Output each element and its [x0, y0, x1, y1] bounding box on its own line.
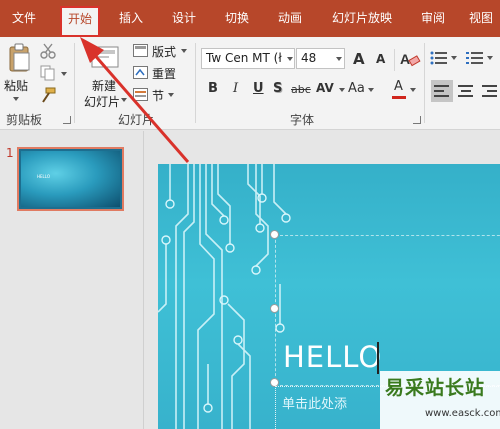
font-color-dropdown-icon[interactable] [410, 88, 416, 92]
tab-view[interactable]: 视图 [462, 0, 500, 37]
bold-icon[interactable]: B [208, 81, 218, 96]
ribbon: 粘贴 剪贴板 新建 幻灯片 版式 重置 节 幻灯片 Tw Cen MT (ł 4… [0, 37, 500, 130]
thumbnail-title: HELLO [37, 174, 50, 179]
tab-home[interactable]: 开始 [60, 6, 100, 37]
clipboard-dialog-launcher-icon[interactable] [63, 116, 71, 124]
slides-group-label: 幻灯片 [118, 113, 155, 127]
font-dialog-launcher-icon[interactable] [413, 116, 421, 124]
font-size-dropdown-icon[interactable] [336, 57, 342, 61]
strikethrough-icon[interactable]: abc [291, 83, 311, 96]
divider [394, 49, 395, 71]
reset-label[interactable]: 重置 [152, 65, 176, 82]
group-divider [195, 43, 196, 123]
clipboard-group-label: 剪贴板 [6, 113, 43, 127]
thumbnail-preview [21, 151, 120, 207]
change-case-icon[interactable]: Aa [348, 81, 365, 96]
paste-label[interactable]: 粘贴 [4, 77, 28, 94]
tab-transitions[interactable]: 切换 [216, 0, 258, 37]
resize-handle[interactable] [270, 230, 279, 239]
new-slide-icon[interactable] [91, 43, 119, 71]
font-group-label: 字体 [290, 113, 315, 127]
subtitle-text[interactable]: 单击此处添 [282, 393, 347, 412]
new-slide-label-line1[interactable]: 新建 [92, 77, 116, 94]
align-center-icon[interactable] [458, 84, 474, 98]
bullets-icon[interactable] [430, 51, 448, 65]
copy-dropdown-icon[interactable] [61, 72, 67, 76]
group-divider [424, 43, 425, 123]
align-right-icon[interactable] [482, 84, 498, 98]
new-slide-label-line2[interactable]: 幻灯片 [84, 93, 120, 110]
section-label[interactable]: 节 [152, 87, 164, 104]
svg-text:A: A [400, 51, 410, 67]
layout-label[interactable]: 版式 [152, 43, 176, 60]
text-cursor [377, 342, 379, 374]
font-color-swatch [392, 96, 406, 99]
tab-design[interactable]: 设计 [163, 0, 205, 37]
text-shadow-icon[interactable]: S [273, 81, 282, 96]
slide-thumbnail[interactable]: HELLO [17, 147, 124, 211]
ribbon-tab-bar: 文件 开始 插入 设计 切换 动画 幻灯片放映 审阅 视图 [0, 0, 500, 37]
case-dropdown-icon[interactable] [368, 88, 374, 92]
watermark-text: 易采站长站 [385, 377, 486, 399]
tab-slideshow[interactable]: 幻灯片放映 [322, 0, 402, 37]
tab-insert[interactable]: 插入 [110, 0, 152, 37]
clear-formatting-icon[interactable]: A [399, 49, 421, 69]
font-name-box[interactable]: Tw Cen MT (ł [201, 48, 295, 69]
bullets-dropdown-icon[interactable] [451, 56, 457, 60]
format-painter-icon[interactable] [40, 87, 56, 103]
align-left-icon[interactable] [434, 84, 450, 98]
cut-icon[interactable] [40, 43, 56, 59]
new-slide-dropdown-icon[interactable] [121, 98, 127, 102]
tab-file[interactable]: 文件 [0, 0, 48, 37]
section-dropdown-icon[interactable] [168, 93, 174, 97]
copy-icon[interactable] [40, 65, 56, 81]
numbering-icon[interactable] [466, 51, 484, 65]
powerpoint-window: 文件 开始 插入 设计 切换 动画 幻灯片放映 审阅 视图 粘贴 剪贴板 新建 … [0, 0, 500, 429]
font-color-icon[interactable]: A [394, 79, 403, 94]
pane-divider[interactable] [143, 131, 144, 429]
group-divider [74, 43, 75, 123]
thumbnail-number: 1 [6, 146, 14, 160]
reset-icon[interactable] [133, 66, 148, 79]
italic-icon[interactable]: I [233, 81, 238, 96]
tab-animations[interactable]: 动画 [269, 0, 311, 37]
layout-dropdown-icon[interactable] [181, 49, 187, 53]
grow-font-icon[interactable]: A [353, 50, 365, 68]
tab-review[interactable]: 审阅 [412, 0, 454, 37]
character-spacing-icon[interactable]: AV [316, 81, 334, 95]
section-icon[interactable] [133, 88, 148, 101]
underline-icon[interactable]: U [253, 81, 264, 96]
layout-icon[interactable] [133, 44, 148, 57]
shrink-font-icon[interactable]: A [376, 52, 385, 66]
slide-title-text[interactable]: HELLO [283, 340, 382, 374]
spacing-dropdown-icon[interactable] [339, 88, 345, 92]
numbering-dropdown-icon[interactable] [487, 56, 493, 60]
font-name-dropdown-icon[interactable] [287, 57, 293, 61]
resize-handle[interactable] [270, 304, 279, 313]
paste-icon[interactable] [8, 42, 32, 74]
watermark-url: www.easck.com [425, 408, 500, 419]
paste-dropdown-icon[interactable] [13, 97, 19, 101]
